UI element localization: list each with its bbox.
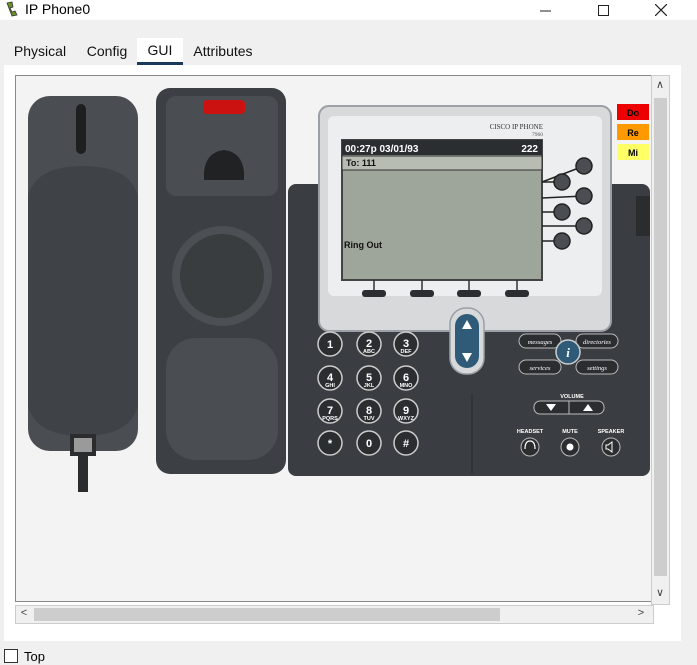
message-waiting-light [203,100,245,114]
svg-text:ABC: ABC [363,349,375,355]
key-7[interactable]: 7PQRS [317,398,343,424]
screen-status: Ring Out [344,240,382,250]
key-1[interactable]: 1 [317,331,343,357]
tab-attributes[interactable]: Attributes [186,38,260,64]
svg-text:i: i [566,345,570,360]
svg-text:PQRS: PQRS [322,416,338,422]
headset-label: HEADSET [517,429,544,435]
tab-config[interactable]: Config [80,38,134,64]
key-pound[interactable]: # [393,430,419,456]
mute-button[interactable] [560,437,580,457]
indicator-mi: Mi [617,144,649,160]
key-star[interactable]: * [317,430,343,456]
key-3[interactable]: 3DEF [393,331,419,357]
mute-label: MUTE [562,429,578,435]
top-label: Top [24,648,45,664]
footer: Top [4,648,45,664]
svg-text:*: * [328,438,333,450]
tab-physical[interactable]: Physical [6,38,74,64]
svg-text:settings: settings [587,365,607,372]
settings-button[interactable]: settings [575,359,619,375]
vertical-scrollbar[interactable]: ∧ ∨ [651,75,670,605]
speaker-button[interactable] [601,437,621,457]
svg-text:WXYZ: WXYZ [398,416,415,422]
svg-text:directories: directories [583,339,611,346]
vertical-scroll-thumb[interactable] [654,98,667,576]
volume-label: VOLUME [560,394,584,400]
cradle [156,88,286,474]
key-0[interactable]: 0 [356,430,382,456]
key-4[interactable]: 4GHI [317,365,343,391]
handset[interactable] [28,96,138,492]
messages-button[interactable]: messages [518,333,562,349]
gui-panel: CISCO IP PHONE 7960 00:27p 03/01/93 222 … [4,65,681,641]
mute-icon [566,443,574,451]
directories-button[interactable]: directories [575,333,619,349]
svg-text:1: 1 [327,339,333,351]
screen-to: To: 111 [346,158,376,168]
svg-text:MNO: MNO [400,383,414,389]
key-5[interactable]: 5JKL [356,365,382,391]
phone-drawing: CISCO IP PHONE 7960 00:27p 03/01/93 222 … [28,88,650,492]
svg-text:DEF: DEF [401,349,413,355]
key-9[interactable]: 9WXYZ [393,398,419,424]
scroll-right-icon[interactable]: > [634,607,648,619]
key-2[interactable]: 2ABC [356,331,382,357]
close-icon[interactable] [638,0,684,20]
svg-text:0: 0 [366,438,372,450]
speaker-label: SPEAKER [598,429,625,435]
scroll-up-icon[interactable]: ∧ [653,78,667,91]
phone-viewport: CISCO IP PHONE 7960 00:27p 03/01/93 222 … [15,75,653,602]
svg-text:Do: Do [627,108,639,118]
top-checkbox[interactable] [4,649,18,663]
svg-text:GHI: GHI [325,383,335,389]
info-icon[interactable]: i [555,339,581,365]
horizontal-scroll-thumb[interactable] [34,608,500,621]
svg-text:TUV: TUV [364,416,375,422]
svg-text:messages: messages [528,339,553,346]
model-label: 7960 [532,132,543,138]
maximize-icon[interactable] [580,0,626,20]
window-title: IP Phone0 [25,1,91,17]
svg-text:services: services [530,365,551,372]
screen-line: 222 [521,144,538,155]
volume-control[interactable] [533,400,605,415]
svg-text:Re: Re [627,128,639,138]
brand-label: CISCO IP PHONE [490,123,543,131]
svg-text:Mi: Mi [628,148,638,158]
horizontal-scrollbar[interactable]: < > [15,605,654,624]
services-button[interactable]: services [518,359,562,375]
title-bar: IP Phone0 [0,0,697,20]
headset-button[interactable] [520,437,540,457]
navigation-button[interactable] [449,307,485,375]
svg-text:JKL: JKL [364,383,375,389]
scroll-down-icon[interactable]: ∨ [653,586,667,599]
key-6[interactable]: 6MNO [393,365,419,391]
phone-app-icon [6,1,18,17]
indicator-do: Do [617,104,649,120]
screen-time: 00:27p 03/01/93 [345,144,419,155]
indicator-re: Re [617,124,649,140]
key-8[interactable]: 8TUV [356,398,382,424]
lcd-screen: 00:27p 03/01/93 222 To: 111 Ring Out [341,139,543,281]
tab-gui[interactable]: GUI [137,38,183,65]
svg-text:#: # [403,438,409,450]
minimize-icon[interactable] [522,0,568,20]
scroll-left-icon[interactable]: < [17,607,31,619]
